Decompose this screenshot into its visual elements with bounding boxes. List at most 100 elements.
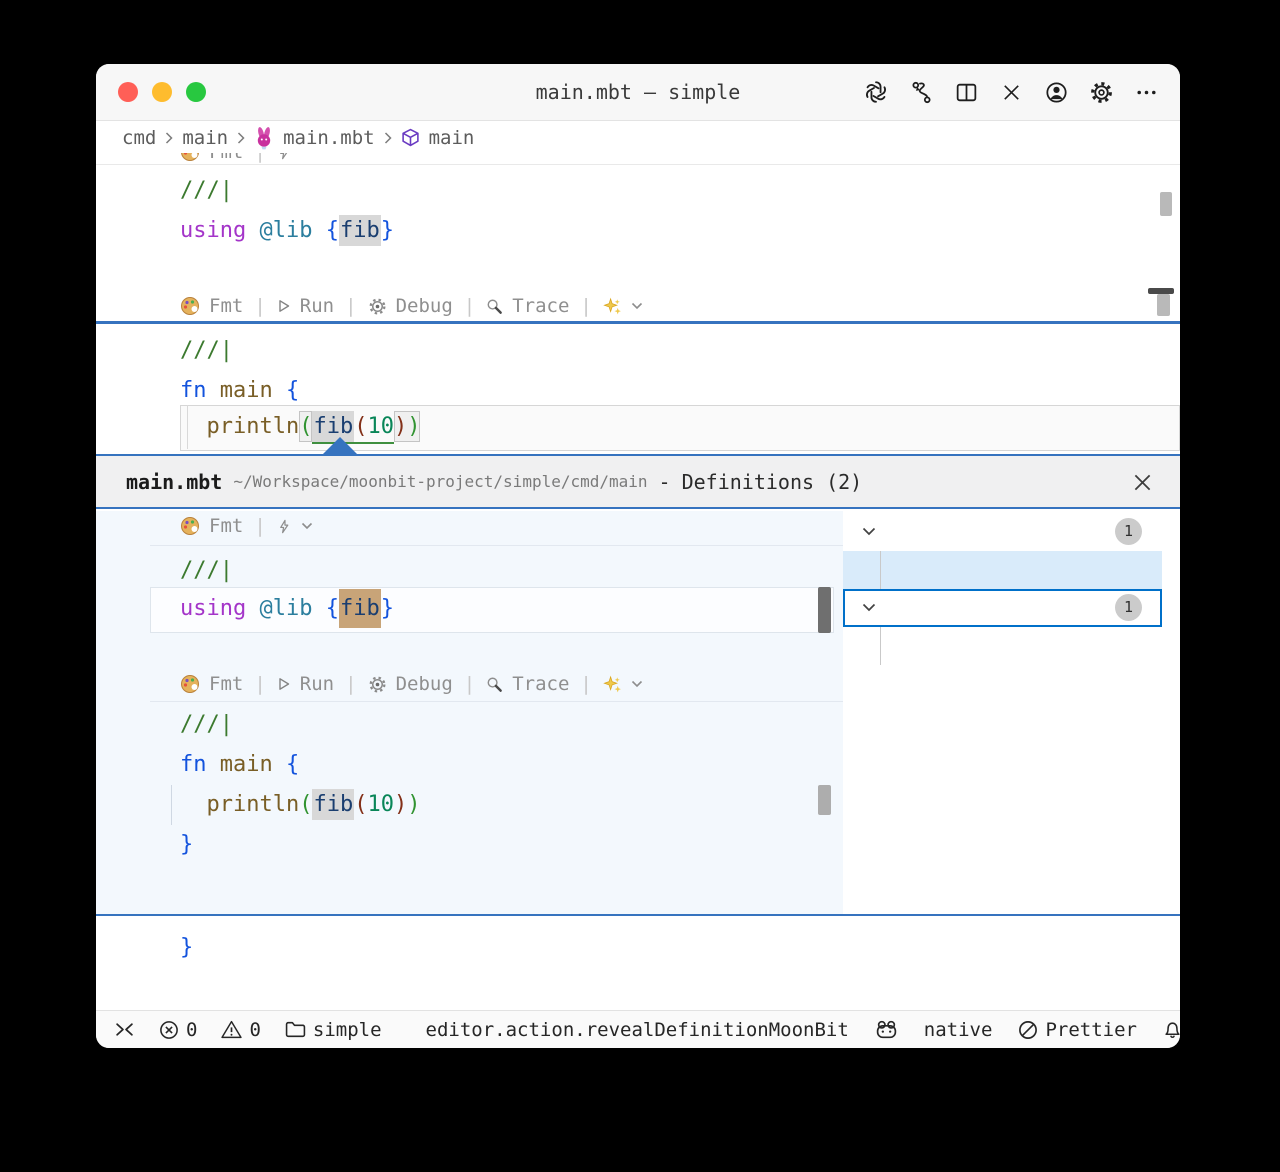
codelens-main-peek[interactable]: Fmt | Run | Debug | Trace | — [180, 671, 643, 697]
editor-blue-divider — [96, 321, 1180, 324]
tree-ref-using-lib[interactable]: using @lib {fib} — [843, 551, 1162, 589]
source-control-graph-icon[interactable] — [907, 78, 935, 106]
overview-ruler-mark[interactable] — [818, 587, 831, 633]
fib-definition-match[interactable]: fib — [338, 589, 381, 628]
remote-indicator[interactable] — [114, 1021, 135, 1038]
sparkles-icon[interactable] — [603, 675, 622, 694]
fib-occurrence[interactable]: fib — [312, 789, 355, 820]
workspace-folder[interactable]: simple — [285, 1019, 382, 1041]
command-indicator[interactable]: editor.action.revealDefinition — [426, 1019, 769, 1041]
lens-divider: | — [254, 673, 266, 695]
backend-indicator[interactable]: native — [924, 1019, 993, 1041]
close-paren-token: ) — [393, 414, 408, 439]
peek-close-button[interactable] — [1130, 470, 1154, 494]
println-call-token: println — [206, 414, 300, 439]
breadcrumb-symbol[interactable]: main — [429, 127, 475, 149]
code-line-comment[interactable]: ///| — [180, 705, 233, 745]
code-line-println[interactable]: println(fib(10)) — [180, 785, 420, 825]
openai-extension-icon[interactable] — [862, 78, 890, 106]
lib-package-token: @lib — [259, 218, 326, 243]
code-line-comment[interactable]: ///| — [180, 171, 233, 211]
chevron-down-icon[interactable] — [631, 302, 643, 310]
bell-icon — [1165, 1022, 1180, 1038]
lens-divider: | — [463, 673, 476, 695]
lens-debug-label[interactable]: Debug — [396, 673, 453, 695]
lens-run-label[interactable]: Run — [300, 295, 334, 317]
tree-ref-pub-fn-fib[interactable]: pub fn fib(n : Int) → I — [843, 627, 1162, 665]
peek-separator: - — [658, 469, 671, 494]
close-editor-icon[interactable] — [997, 78, 1025, 106]
code-line-println[interactable]: println(fib(10)) — [180, 407, 421, 447]
lens-run-label[interactable]: Run — [300, 673, 334, 695]
scrollbar-thumb[interactable] — [1160, 192, 1172, 216]
tree-indent-guide — [880, 627, 881, 665]
chevron-right-icon — [166, 131, 173, 144]
scrollbar-thumb[interactable] — [818, 785, 831, 815]
lens-fmt-label[interactable]: Fmt — [209, 295, 243, 317]
chevron-down-icon[interactable] — [301, 522, 313, 530]
lens-debug-label[interactable]: Debug — [396, 295, 453, 317]
close-block-token: } — [180, 832, 194, 857]
problems-errors[interactable]: 0 — [159, 1019, 197, 1041]
comment-token: ///| — [180, 712, 233, 737]
lens-trace-label[interactable]: Trace — [512, 295, 569, 317]
settings-gear-icon[interactable] — [1087, 78, 1115, 106]
chevron-down-icon[interactable] — [862, 603, 876, 612]
folder-icon — [285, 1021, 306, 1038]
notifications[interactable] — [1163, 1020, 1180, 1039]
chevron-down-icon[interactable] — [862, 527, 876, 536]
breadcrumb-package[interactable]: main — [182, 127, 228, 149]
code-line-using[interactable]: using @lib {fib} — [180, 211, 394, 251]
open-paren-token: ( — [354, 792, 368, 817]
sparkles-icon[interactable] — [603, 297, 622, 316]
code-line-comment[interactable]: ///| — [180, 551, 233, 591]
moonbit-face-indicator[interactable] — [875, 1020, 898, 1039]
indent-token — [180, 414, 207, 439]
chevron-down-icon[interactable] — [631, 680, 643, 688]
lightning-icon[interactable] — [277, 519, 292, 534]
warning-icon — [221, 1020, 243, 1039]
split-editor-icon[interactable] — [952, 78, 980, 106]
peek-references-tree: main.mbt cmd/main 1 using @lib {fib} sim… — [843, 511, 1180, 914]
warning-count: 0 — [249, 1018, 261, 1041]
problems-warnings[interactable]: 0 — [221, 1018, 261, 1041]
editor[interactable]: Fmt | ///| using @lib {fib} Fmt | Run | … — [96, 153, 1180, 1010]
code-line-close-brace[interactable]: } — [180, 825, 193, 865]
code-line-using[interactable]: using @lib {fib} — [180, 589, 394, 629]
code-line-fn-main[interactable]: fn main { — [180, 745, 299, 785]
codelens-main[interactable]: Fmt | Run | Debug | Trace | — [180, 293, 643, 319]
peek-body: Fmt | ///| using @lib {fib} Fmt | Run | … — [96, 511, 1180, 914]
tree-group-main-mbt[interactable]: main.mbt cmd/main 1 — [843, 513, 1162, 551]
lens-fmt-label[interactable]: Fmt — [209, 673, 243, 695]
lens-divider: | — [463, 295, 476, 317]
close-paren-token: ) — [407, 414, 421, 439]
slash-circle-icon — [1019, 1020, 1038, 1039]
peek-embedded-editor[interactable]: Fmt | ///| using @lib {fib} Fmt | Run | … — [96, 511, 843, 914]
account-icon[interactable] — [1042, 78, 1070, 106]
code-line-comment[interactable]: ///| — [180, 331, 233, 371]
vscode-window: main.mbt — simple cmd main main.mbt main… — [96, 64, 1180, 1048]
peek-file-name: main.mbt — [126, 469, 223, 494]
language-mode[interactable]: MoonBit — [769, 1019, 849, 1041]
rabbit-face-icon — [876, 1020, 897, 1039]
lens-divider: | — [580, 295, 592, 317]
lens-divider: | — [580, 673, 592, 695]
open-paren-token: ( — [354, 414, 368, 439]
open-brace-token: { — [325, 596, 339, 621]
breadcrumb-file[interactable]: main.mbt — [283, 127, 375, 149]
overview-ruler-mark[interactable] — [1157, 294, 1170, 316]
code-line-close-brace[interactable]: } — [180, 928, 193, 968]
tree-group-simple-mbt[interactable]: simple.mbt 1 — [843, 589, 1162, 627]
lens-fmt-label[interactable]: Fmt — [209, 515, 243, 537]
lightning-icon[interactable] — [277, 153, 292, 160]
formatter-indicator[interactable]: Prettier — [1018, 1019, 1137, 1041]
breadcrumb-folder[interactable]: cmd — [122, 127, 156, 149]
lens-trace-label[interactable]: Trace — [512, 673, 569, 695]
using-keyword: using — [180, 218, 260, 243]
codelens-using-peek[interactable]: Fmt | — [180, 513, 313, 539]
lens-fmt-label[interactable]: Fmt — [209, 153, 243, 163]
more-actions-icon[interactable] — [1132, 78, 1160, 106]
folder-name: simple — [312, 1018, 382, 1041]
fib-occurrence[interactable]: fib — [338, 215, 381, 246]
lens-divider: | — [345, 295, 357, 317]
